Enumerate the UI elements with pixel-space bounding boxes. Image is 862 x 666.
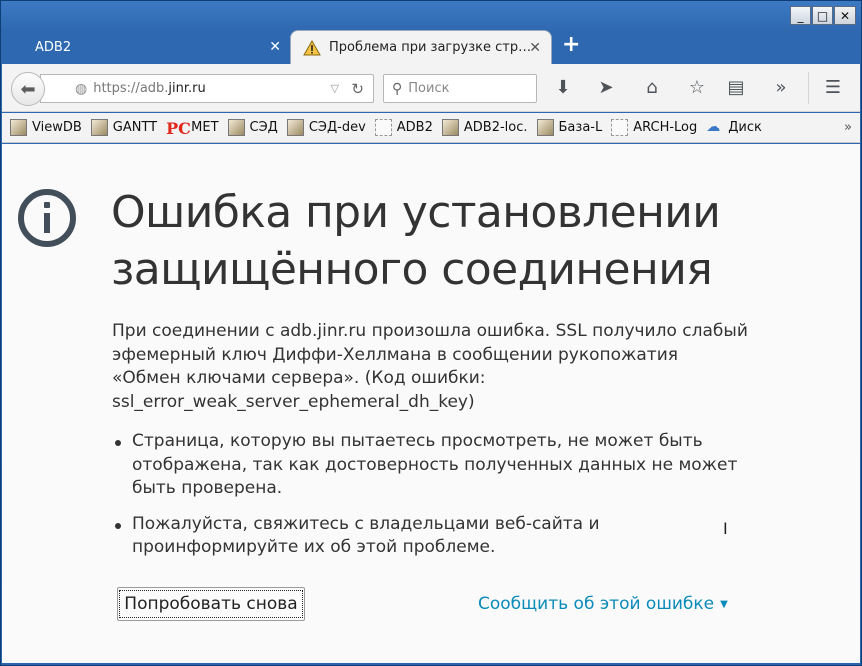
bookmark-gantt[interactable]: GANTT [90, 119, 158, 136]
globe-icon: ◍ [75, 80, 88, 97]
minimize-button[interactable]: _ [790, 6, 811, 25]
url-bar[interactable]: ◍ https://adb. jinr.ru ▽ ↻ [40, 74, 374, 103]
report-error-link[interactable]: Сообщить об этой ошибке ▼ [478, 594, 728, 614]
bookmark-label: ADB2-loc. [463, 120, 528, 135]
new-tab-button[interactable]: + [562, 32, 580, 57]
send-icon[interactable]: ➤ [593, 77, 619, 98]
bookmark-label: ARCH-Log [633, 120, 698, 135]
bookmark-picture-icon [286, 119, 304, 136]
list-item: Страница, которую вы пытаетесь просмотре… [114, 430, 754, 501]
bookmarks-bar: ViewDB GANTT PC МЕТ СЭД СЭД-dev ADB2 ADB2… [2, 113, 860, 143]
bookmarks-overflow-icon[interactable]: » [844, 120, 852, 135]
bookmark-picture-icon [227, 119, 245, 136]
toolbar-separator [808, 72, 809, 104]
tab-close-icon[interactable]: ✕ [529, 40, 541, 56]
back-arrow-icon: ⬅ [20, 78, 36, 100]
report-link-label: Сообщить об этой ошибке [478, 594, 715, 614]
page-title: Ошибка при установлении защищённого соед… [111, 187, 721, 295]
error-description: При соединении с adb.jinr.ru произошла о… [112, 321, 748, 412]
tab-strip: ADB2 ✕ Проблема при загрузке стр… ✕ + [7, 28, 855, 64]
bookmark-picture-icon [10, 119, 27, 136]
url-prefix: https://adb. [93, 81, 169, 96]
chevron-down-icon: ▼ [720, 598, 728, 610]
bookmark-picture-icon [441, 119, 459, 136]
bookmark-adb2[interactable]: ADB2 [374, 119, 433, 136]
bookmark-blank-icon [374, 119, 392, 136]
bookmark-blank-icon [611, 119, 629, 136]
bookmark-label: GANTT [112, 120, 158, 135]
window-caption-buttons: _ □ ✕ [790, 6, 856, 25]
search-input[interactable]: ⚲ Поиск [383, 74, 537, 103]
info-icon [18, 189, 76, 247]
close-window-button[interactable]: ✕ [834, 6, 856, 25]
download-icon[interactable]: ⬇ [550, 77, 576, 98]
bookmark-adb2-loc[interactable]: ADB2-loc. [441, 119, 528, 136]
bookmark-viewdb[interactable]: ViewDB [10, 119, 82, 136]
menu-icon[interactable]: ☰ [820, 77, 846, 98]
retry-button[interactable]: Попробовать снова [117, 587, 305, 621]
search-placeholder: Поиск [408, 81, 450, 96]
tab-adb2[interactable]: ADB2 ✕ [7, 30, 287, 64]
bookmark-sed[interactable]: СЭД [227, 119, 278, 136]
bookmark-arch-log[interactable]: ARCH-Log [611, 119, 697, 136]
bookmark-picture-icon [90, 119, 108, 136]
error-advice-list: Страница, которую вы пытаетесь просмотре… [114, 430, 754, 572]
retry-button-label: Попробовать снова [119, 590, 303, 618]
bookmark-label: МЕТ [191, 120, 219, 135]
tab-label: Проблема при загрузке стр… [329, 40, 532, 55]
list-item: Пожалуйста, свяжитесь с владельцами веб-… [114, 513, 754, 560]
reload-icon[interactable]: ↻ [351, 80, 364, 98]
overflow-icon[interactable]: » [768, 77, 794, 98]
url-host: jinr.ru [168, 81, 206, 96]
bookmark-label: База-L [558, 120, 603, 135]
bookmark-label: Диск [728, 120, 762, 135]
search-icon: ⚲ [392, 80, 403, 97]
back-button[interactable]: ⬅ [11, 72, 45, 106]
tab-label: ADB2 [35, 39, 72, 55]
tab-close-icon[interactable]: ✕ [269, 39, 281, 55]
error-page: Ошибка при установлении защищённого соед… [2, 144, 860, 663]
bookmark-label: ViewDB [32, 120, 82, 135]
maximize-button[interactable]: □ [812, 6, 833, 25]
bookmark-star-icon[interactable]: ☆ [684, 77, 710, 98]
bookmark-picture-icon [536, 119, 554, 136]
text-cursor-icon: I [723, 519, 728, 538]
bookmark-sed-dev[interactable]: СЭД-dev [286, 119, 366, 136]
browser-window: _ □ ✕ ADB2 ✕ Проблема при загрузке стр… … [0, 0, 862, 666]
bookmark-label: СЭД-dev [308, 120, 366, 135]
warning-icon [303, 39, 323, 56]
navigation-toolbar: ◍ https://adb. jinr.ru ▽ ↻ ⬅ ⚲ Поиск ⬇ ➤ … [2, 64, 860, 112]
bookmark-disk[interactable]: ☁ Диск [706, 119, 762, 136]
bookmark-baza-l[interactable]: База-L [536, 119, 603, 136]
url-dropdown-icon[interactable]: ▽ [331, 82, 339, 95]
bookmark-label: ADB2 [396, 120, 433, 135]
bookmark-label: СЭД [249, 120, 278, 135]
reader-icon[interactable]: ▤ [723, 77, 749, 98]
bookmark-met[interactable]: PC МЕТ [166, 119, 219, 138]
home-icon[interactable]: ⌂ [639, 77, 665, 98]
pc-logo-icon: PC [166, 119, 191, 138]
disk-icon: ☁ [706, 119, 721, 135]
tab-error-page[interactable]: Проблема при загрузке стр… ✕ [290, 30, 552, 64]
